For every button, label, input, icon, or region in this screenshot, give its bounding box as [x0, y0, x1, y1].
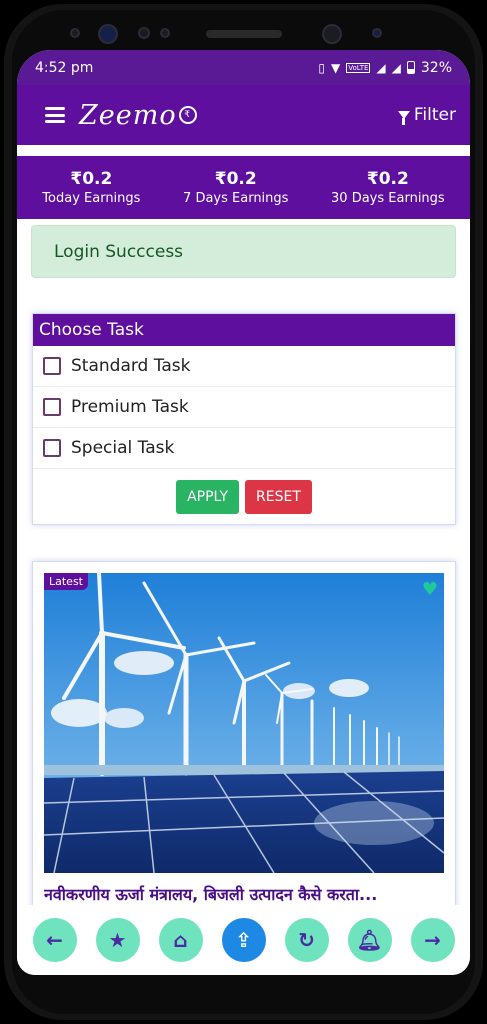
- earpiece-speaker: [206, 30, 282, 38]
- earning-value: ₹0.2: [366, 169, 409, 189]
- arrow-left-icon[interactable]: ←: [32, 918, 77, 962]
- status-time: 4:52 pm: [35, 59, 94, 76]
- earning-label: 7 Days Earnings: [183, 191, 289, 206]
- filter-button[interactable]: Filter: [397, 105, 456, 125]
- heart-icon[interactable]: ♥: [422, 579, 438, 600]
- task-option-label: Premium Task: [71, 397, 189, 417]
- volte-icon: VoLTE: [346, 62, 371, 73]
- earning-value: ₹0.2: [70, 169, 113, 189]
- earning-value: ₹0.2: [214, 169, 257, 189]
- app-bar: Zeemo ₹ Filter: [17, 85, 470, 145]
- apply-button[interactable]: APPLY: [176, 479, 240, 514]
- task-option-premium[interactable]: Premium Task: [33, 387, 455, 428]
- earning-label: Today Earnings: [42, 191, 141, 206]
- brand-name: Zeemo: [79, 99, 177, 131]
- refresh-icon[interactable]: ↻: [284, 918, 329, 962]
- bottom-nav: ← ★ ⌂ ⇪ ↻ 🔔︎ →: [17, 905, 470, 975]
- sensor-icon: [372, 28, 382, 38]
- signal-icon: ◢: [391, 60, 401, 75]
- front-camera-icon: [98, 24, 118, 44]
- alert-message: Login Succcess: [54, 241, 184, 262]
- news-image[interactable]: Latest ♥: [44, 573, 444, 873]
- checkbox[interactable]: [43, 357, 61, 375]
- news-card[interactable]: Latest ♥ नवीकरणीय ऊर्जा मंत्रालय, बिजली …: [32, 561, 456, 921]
- checkbox[interactable]: [43, 439, 61, 457]
- front-camera-icon: [322, 24, 342, 44]
- filter-label: Filter: [413, 105, 456, 125]
- battery-icon: [406, 61, 415, 74]
- checkbox[interactable]: [43, 398, 61, 416]
- camera-bar: [0, 20, 487, 50]
- reset-button[interactable]: RESET: [245, 479, 312, 514]
- arrow-right-icon[interactable]: →: [410, 918, 455, 962]
- bell-icon[interactable]: 🔔︎: [347, 918, 392, 962]
- home-icon[interactable]: ⌂: [158, 918, 203, 962]
- task-card-title: Choose Task: [33, 314, 455, 346]
- latest-badge: Latest: [44, 573, 88, 590]
- wind-solar-illustration: [44, 573, 444, 873]
- status-bar: 4:52 pm ▯ ▼ VoLTE ◢ ◢ 32%: [17, 50, 470, 85]
- signal-icon: ◢: [376, 60, 386, 75]
- task-filter-card: Choose Task Standard Task Premium Task S…: [32, 313, 456, 525]
- wifi-icon: ▼: [331, 60, 341, 75]
- earning-today: ₹0.2 Today Earnings: [42, 169, 140, 206]
- earning-7-days: ₹0.2 7 Days Earnings: [183, 169, 288, 206]
- earnings-summary: ₹0.2 Today Earnings ₹0.2 7 Days Earnings…: [17, 156, 470, 219]
- earning-label: 30 Days Earnings: [331, 191, 445, 206]
- sensor-icon: [160, 28, 170, 38]
- vibrate-icon: ▯: [318, 60, 325, 75]
- sensor-icon: [138, 27, 150, 39]
- battery-percent: 32%: [420, 59, 452, 76]
- success-alert: Login Succcess: [31, 225, 456, 278]
- app-screen: 4:52 pm ▯ ▼ VoLTE ◢ ◢ 32% Zeemo ₹ Filter…: [17, 50, 470, 975]
- star-icon[interactable]: ★: [95, 918, 140, 962]
- task-option-special[interactable]: Special Task: [33, 428, 455, 469]
- money-bag-icon: ₹: [178, 106, 197, 124]
- divider: [17, 145, 470, 156]
- share-icon[interactable]: ⇪: [221, 918, 266, 962]
- filter-icon: [397, 111, 410, 125]
- menu-icon[interactable]: [45, 107, 65, 123]
- sensor-icon: [70, 28, 80, 38]
- task-option-label: Standard Task: [71, 356, 191, 376]
- status-icons: ▯ ▼ VoLTE ◢ ◢ 32%: [318, 60, 452, 76]
- task-option-standard[interactable]: Standard Task: [33, 346, 455, 387]
- task-option-label: Special Task: [71, 438, 175, 458]
- brand-logo: Zeemo ₹: [79, 100, 197, 131]
- task-actions: APPLY RESET: [33, 469, 455, 524]
- news-title[interactable]: नवीकरणीय ऊर्जा मंत्रालय, बिजली उत्पादन क…: [44, 873, 444, 905]
- earning-30-days: ₹0.2 30 Days Earnings: [331, 169, 445, 206]
